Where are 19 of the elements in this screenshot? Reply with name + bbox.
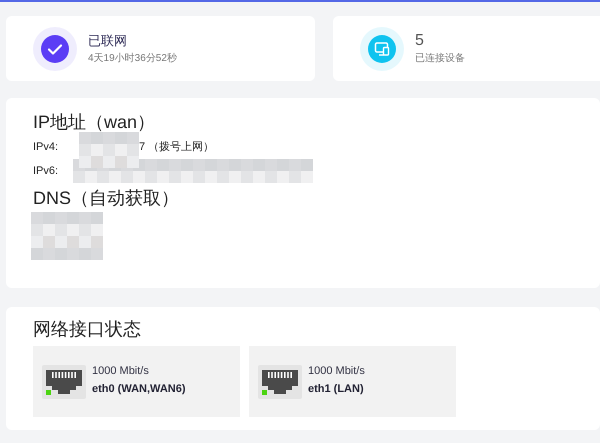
devices-icon	[360, 26, 404, 70]
port-speed: 1000 Mbit/s	[92, 364, 150, 378]
ethernet-port-icon	[42, 364, 86, 398]
port-name: eth1 (LAN)	[308, 382, 365, 396]
ipv4-value: 7 （拨号上网）	[139, 140, 214, 155]
status-subtitle: 4天19小时36分52秒	[88, 52, 177, 66]
section-title: IP地址（wan）	[33, 111, 156, 134]
check-icon	[33, 26, 77, 70]
ipv4-label: IPv4:	[33, 140, 60, 155]
status-title: 5	[415, 30, 425, 50]
section-title: 网络接口状态	[33, 318, 142, 341]
status-subtitle: 已连接设备	[415, 52, 465, 66]
redacted-block	[31, 212, 103, 260]
section-title: DNS（自动获取）	[33, 187, 180, 210]
status-title: 已联网	[88, 32, 128, 50]
port-speed: 1000 Mbit/s	[308, 364, 365, 378]
port-name: eth0 (WAN,WAN6)	[92, 382, 186, 396]
ipv6-label: IPv6:	[33, 164, 60, 179]
ethernet-port-icon	[258, 364, 302, 398]
